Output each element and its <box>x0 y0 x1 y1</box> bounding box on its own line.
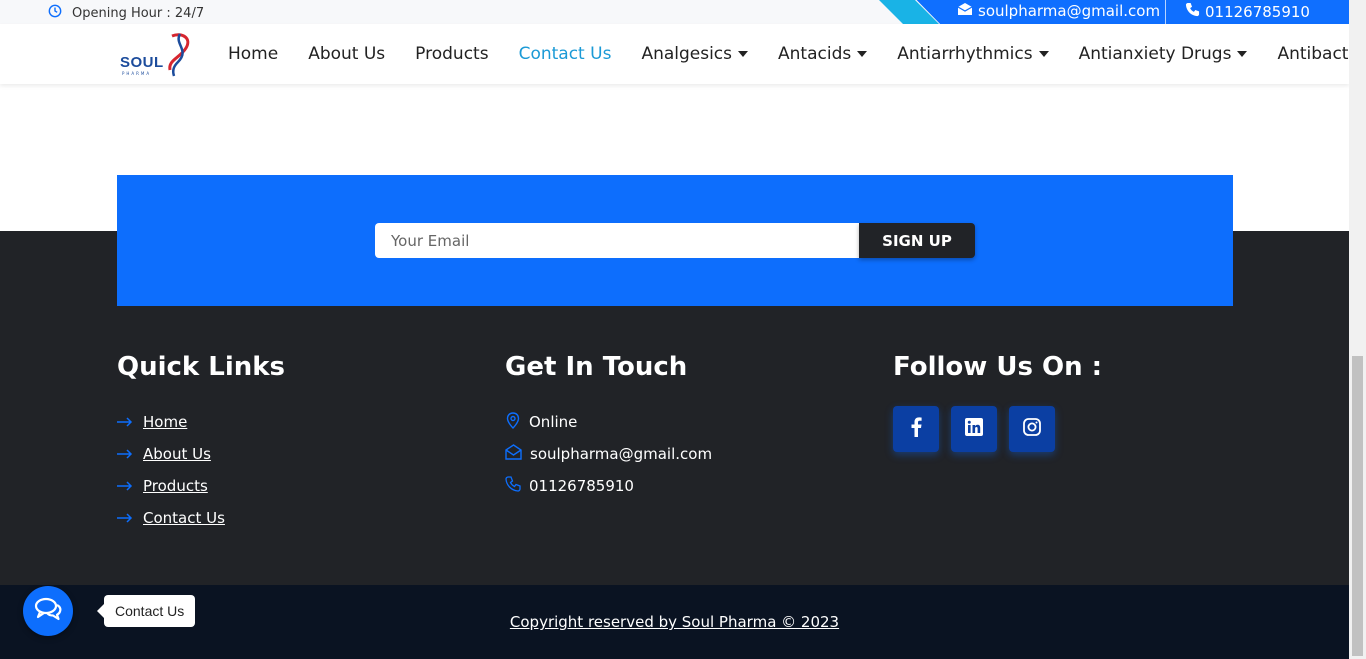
linkedin-icon <box>965 418 983 440</box>
touch-location-text: Online <box>529 413 578 431</box>
envelope-icon <box>957 2 973 20</box>
caret-down-icon <box>857 51 868 57</box>
touch-email-text: soulpharma@gmail.com <box>530 445 713 463</box>
quick-link-home[interactable]: Home <box>143 413 187 431</box>
quick-link-about-us[interactable]: About Us <box>143 445 211 463</box>
linkedin-button[interactable] <box>951 406 997 452</box>
nav-item-label: About Us <box>308 44 386 64</box>
quick-link-products[interactable]: Products <box>143 477 208 495</box>
copyright-bar: Copyright reserved by Soul Pharma © 2023 <box>0 585 1349 659</box>
get-in-touch-title: Get In Touch <box>505 352 688 382</box>
chat-bubbles-icon <box>34 597 62 625</box>
newsletter-section: SIGN UP <box>117 175 1233 306</box>
top-phone-text: 01126785910 <box>1205 2 1310 21</box>
touch-email[interactable]: soulpharma@gmail.com <box>505 438 712 470</box>
caret-down-icon <box>1038 51 1049 57</box>
nav-item-home[interactable]: Home <box>228 44 278 64</box>
instagram-button[interactable] <box>1009 406 1055 452</box>
clock-icon <box>48 4 62 22</box>
quick-links-column: Quick Links Home About Us Products Contact … <box>117 352 285 534</box>
top-bar: Opening Hour : 24/7 soulpharma@gmail.com… <box>0 0 1349 24</box>
scrollbar-thumb[interactable] <box>1352 356 1363 656</box>
top-contact-strip: soulpharma@gmail.com 01126785910 <box>879 0 1349 24</box>
chat-button[interactable] <box>23 586 73 636</box>
newsletter-email-input[interactable] <box>375 223 859 258</box>
envelope-open-icon <box>505 444 522 464</box>
nav-item-products[interactable]: Products <box>415 44 488 64</box>
touch-phone[interactable]: 01126785910 <box>505 470 712 502</box>
logo[interactable]: SOUL PHARMA <box>120 30 200 78</box>
top-email-link[interactable]: soulpharma@gmail.com <box>957 2 1160 20</box>
phone-icon <box>1185 2 1200 21</box>
quick-link-row: About Us <box>117 438 285 470</box>
nav-menu: Home About Us Products Contact Us Analgesics… <box>228 24 1366 84</box>
nav-item-label: Antianxiety Drugs <box>1078 44 1232 64</box>
follow-us-title: Follow Us On : <box>893 352 1103 382</box>
opening-hours-text: Opening Hour : 24/7 <box>72 5 205 21</box>
signup-button[interactable]: SIGN UP <box>859 223 975 258</box>
copyright-link[interactable]: Copyright reserved by Soul Pharma © 2023 <box>0 613 1349 631</box>
facebook-icon <box>910 417 922 441</box>
touch-location: Online <box>505 406 712 438</box>
top-phone-link[interactable]: 01126785910 <box>1185 2 1310 21</box>
opening-hours: Opening Hour : 24/7 <box>48 4 204 22</box>
nav-item-label: Analgesics <box>641 44 733 64</box>
logo-sub: PHARMA <box>122 71 152 76</box>
follow-us-column: Follow Us On : <box>893 352 1102 452</box>
quick-links-list: Home About Us Products Contact Us <box>117 406 285 534</box>
quick-link-row: Home <box>117 406 285 438</box>
page-scrollbar[interactable] <box>1349 0 1366 659</box>
quick-link-contact-us[interactable]: Contact Us <box>143 509 225 527</box>
quick-link-row: Products <box>117 470 285 502</box>
nav-item-label: Antiarrhythmics <box>897 44 1033 64</box>
social-links <box>893 406 1102 452</box>
get-in-touch-column: Get In Touch Online soulpharma@gmail.com… <box>505 352 712 502</box>
nav-item-label: Products <box>415 44 489 64</box>
nav-item-label: Contact Us <box>518 44 612 64</box>
logo-word: SOUL <box>120 54 164 71</box>
nav-item-contact-us[interactable]: Contact Us <box>519 44 612 64</box>
top-email-text: soulpharma@gmail.com <box>978 2 1161 20</box>
caret-down-icon <box>738 51 749 57</box>
facebook-button[interactable] <box>893 406 939 452</box>
arrow-right-icon <box>117 509 133 527</box>
instagram-icon <box>1023 418 1041 440</box>
caret-down-icon <box>1237 51 1248 57</box>
main-navbar: SOUL PHARMA Home About Us Products Contact … <box>0 24 1366 84</box>
map-pin-icon <box>505 411 521 433</box>
nav-item-antianxiety-drugs[interactable]: Antianxiety Drugs <box>1079 44 1248 64</box>
nav-item-analgesics[interactable]: Analgesics <box>641 44 749 64</box>
phone-outline-icon <box>505 476 521 496</box>
nav-item-label: Home <box>228 44 279 64</box>
chat-tooltip: Contact Us <box>96 595 196 627</box>
arrow-right-icon <box>117 445 133 463</box>
nav-item-antiarrhythmics[interactable]: Antiarrhythmics <box>897 44 1049 64</box>
quick-link-row: Contact Us <box>117 502 285 534</box>
arrow-right-icon <box>117 477 133 495</box>
nav-item-about-us[interactable]: About Us <box>308 44 385 64</box>
nav-item-antacids[interactable]: Antacids <box>778 44 868 64</box>
quick-links-title: Quick Links <box>117 352 286 382</box>
arrow-right-icon <box>117 413 133 431</box>
nav-item-label: Antacids <box>778 44 852 64</box>
touch-phone-text: 01126785910 <box>529 477 634 495</box>
